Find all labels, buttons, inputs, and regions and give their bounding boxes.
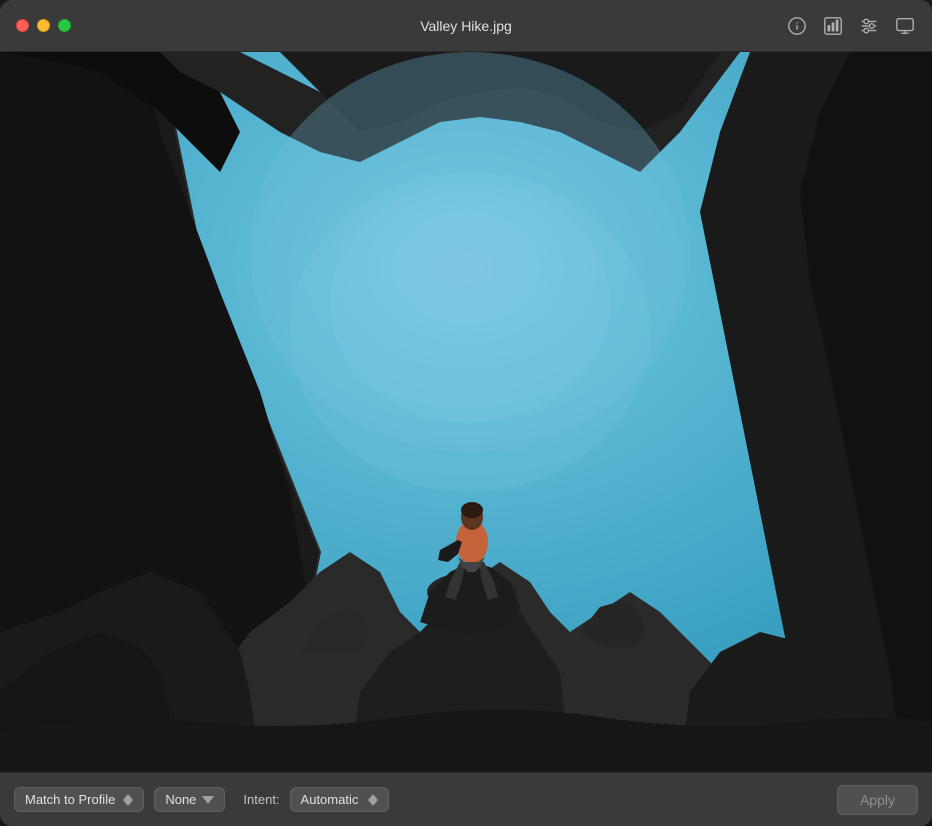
image-area: [0, 52, 932, 772]
app-window: Valley Hike.jpg: [0, 0, 932, 826]
none-label: None: [165, 792, 196, 807]
display-icon[interactable]: [894, 15, 916, 37]
titlebar: Valley Hike.jpg: [0, 0, 932, 52]
match-to-profile-button[interactable]: Match to Profile: [14, 787, 144, 812]
match-to-profile-label: Match to Profile: [25, 792, 115, 807]
automatic-label: Automatic: [301, 792, 359, 807]
info-icon[interactable]: [786, 15, 808, 37]
traffic-lights: [16, 19, 71, 32]
window-title: Valley Hike.jpg: [420, 18, 512, 34]
apply-button[interactable]: Apply: [837, 785, 918, 815]
match-to-profile-chevrons: [123, 794, 133, 806]
histogram-icon[interactable]: [822, 15, 844, 37]
photo-view: [0, 52, 932, 772]
toolbar-tools: [786, 15, 916, 37]
none-chevron-icon: [202, 792, 214, 807]
none-dropdown[interactable]: None: [154, 787, 225, 812]
intent-label: Intent:: [243, 792, 279, 807]
automatic-selector[interactable]: Automatic: [290, 787, 390, 812]
automatic-chevrons: [368, 794, 378, 806]
adjustments-icon[interactable]: [858, 15, 880, 37]
minimize-button[interactable]: [37, 19, 50, 32]
close-button[interactable]: [16, 19, 29, 32]
maximize-button[interactable]: [58, 19, 71, 32]
bottombar: Match to Profile None Intent: Automatic: [0, 772, 932, 826]
